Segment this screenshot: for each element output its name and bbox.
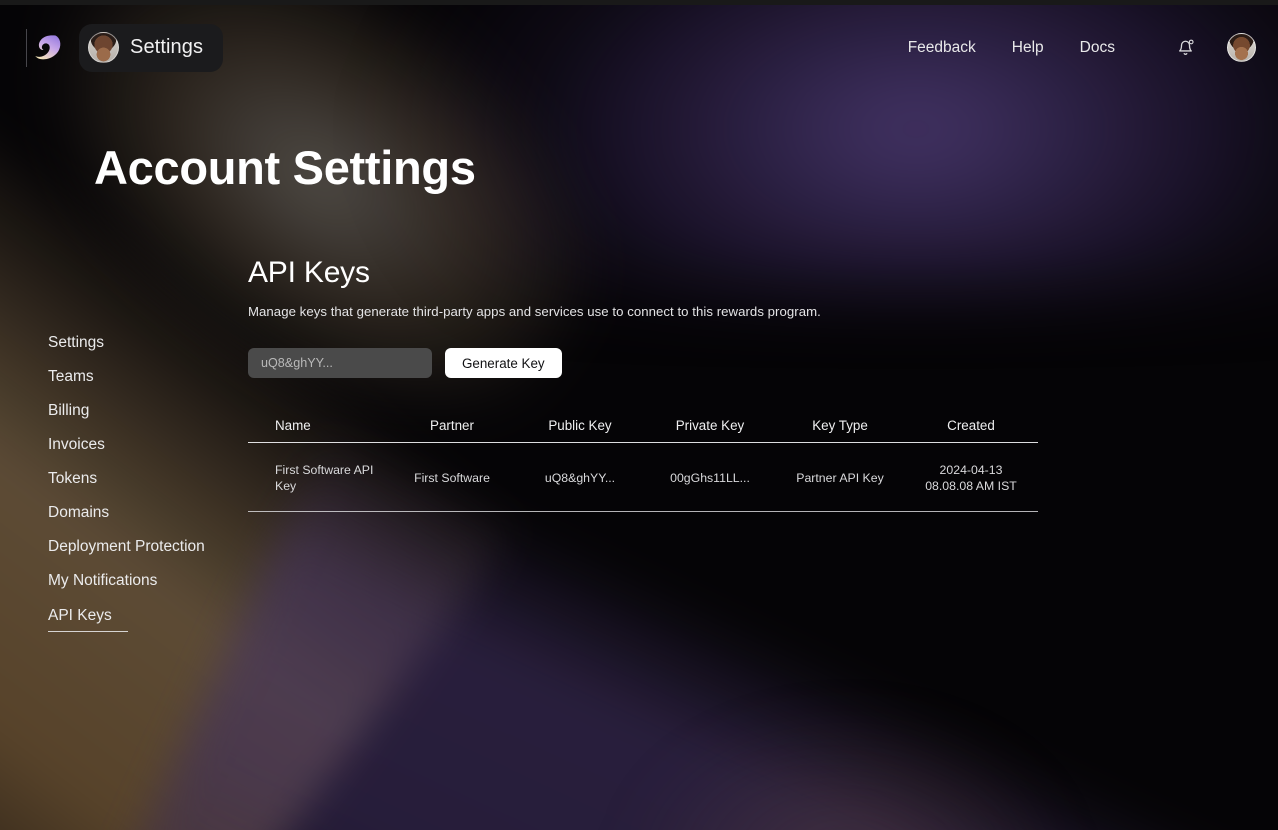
nav-link-help[interactable]: Help (994, 31, 1062, 65)
column-header-key-type[interactable]: Key Type (776, 418, 904, 443)
bell-icon (1178, 39, 1194, 55)
workspace-label: Settings (130, 36, 204, 58)
table-header-row: Name Partner Public Key Private Key Key … (248, 418, 1038, 443)
cell-name: First Software API Key (248, 442, 388, 512)
brand-divider (26, 28, 27, 67)
section-title: API Keys (248, 256, 370, 289)
api-keys-table: Name Partner Public Key Private Key Key … (248, 418, 1038, 512)
table-header: Name Partner Public Key Private Key Key … (248, 418, 1038, 443)
nav-link-feedback[interactable]: Feedback (890, 31, 994, 65)
sidebar-item-settings[interactable]: Settings (48, 326, 104, 360)
generate-key-row: Generate Key (248, 348, 1248, 378)
sidebar-item-domains[interactable]: Domains (48, 496, 109, 530)
column-header-public-key[interactable]: Public Key (516, 418, 644, 443)
crescent-swoosh-logo-icon[interactable] (33, 31, 67, 65)
top-navigation-bar: Settings Feedback Help Docs (0, 5, 1278, 90)
cell-private-key: 00gGhs11LL... (644, 442, 776, 512)
cell-partner: First Software (388, 442, 516, 512)
brand (26, 28, 67, 67)
app-root: Settings Feedback Help Docs Account Sett… (0, 0, 1278, 830)
generate-key-button[interactable]: Generate Key (445, 348, 562, 378)
sidebar-item-billing[interactable]: Billing (48, 394, 89, 428)
warm-glow-bottom (600, 700, 1220, 830)
table-body: First Software API Key First Software uQ… (248, 442, 1038, 512)
user-avatar[interactable] (1227, 33, 1256, 62)
workspace-avatar (88, 32, 119, 63)
cell-public-key: uQ8&ghYY... (516, 442, 644, 512)
top-nav-links: Feedback Help Docs (890, 30, 1278, 66)
section-description: Manage keys that generate third-party ap… (248, 304, 821, 319)
api-key-input[interactable] (248, 348, 432, 378)
column-header-private-key[interactable]: Private Key (644, 418, 776, 443)
sidebar-item-api-keys[interactable]: API Keys (48, 601, 128, 632)
notifications-button[interactable] (1167, 30, 1203, 66)
workspace-chip[interactable]: Settings (79, 23, 224, 72)
column-header-created[interactable]: Created (904, 418, 1038, 443)
cell-key-type: Partner API Key (776, 442, 904, 512)
sidebar-item-deployment-protection[interactable]: Deployment Protection (48, 530, 205, 564)
sidebar-item-invoices[interactable]: Invoices (48, 428, 105, 462)
cell-created: 2024-04-13 08.08.08 AM IST (904, 442, 1038, 512)
sidebar-item-tokens[interactable]: Tokens (48, 462, 97, 496)
column-header-name[interactable]: Name (248, 418, 388, 443)
nav-link-docs[interactable]: Docs (1062, 31, 1133, 65)
table-row[interactable]: First Software API Key First Software uQ… (248, 442, 1038, 512)
settings-sidebar: Settings Teams Billing Invoices Tokens D… (48, 326, 248, 632)
page-title: Account Settings (94, 141, 476, 194)
sidebar-item-teams[interactable]: Teams (48, 360, 94, 394)
sidebar-item-my-notifications[interactable]: My Notifications (48, 564, 157, 598)
main-content: API Keys Manage keys that generate third… (248, 256, 1248, 512)
column-header-partner[interactable]: Partner (388, 418, 516, 443)
